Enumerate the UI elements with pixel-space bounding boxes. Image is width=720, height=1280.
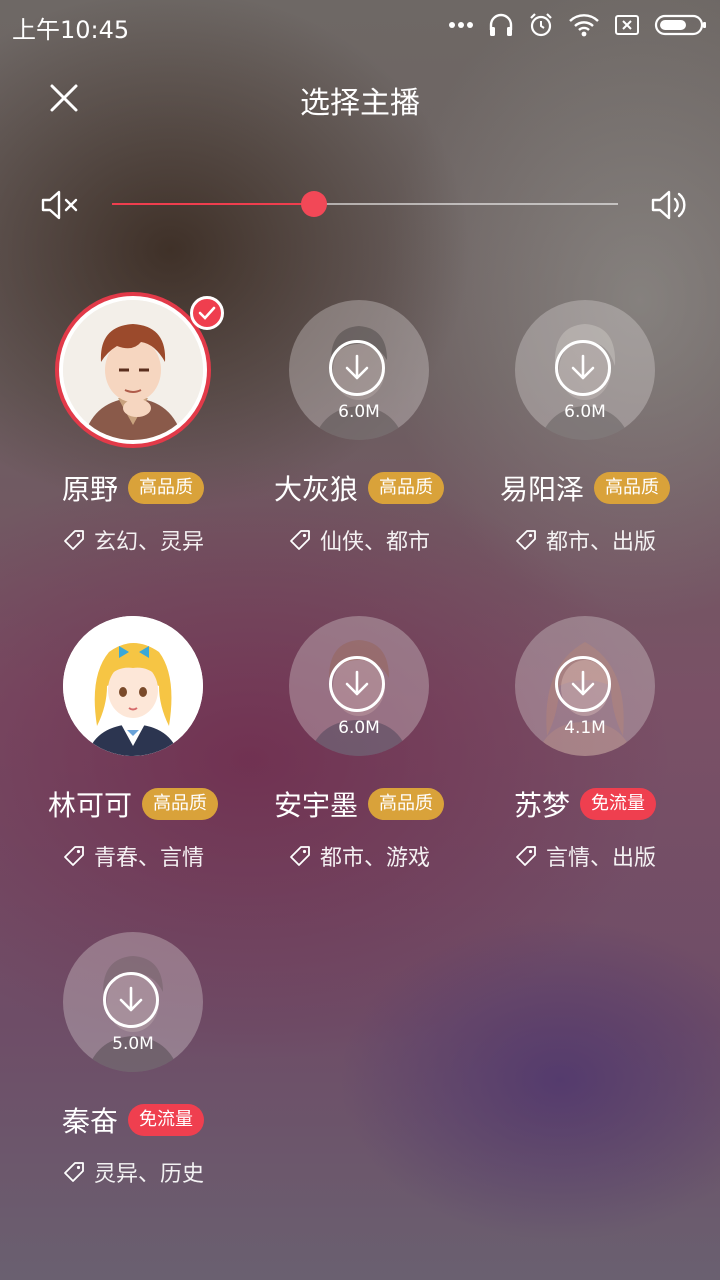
anchor-card-yuanye[interactable]: 原野 高品质 玄幻、灵异 bbox=[20, 290, 246, 570]
anchor-tags-row: 仙侠、都市 bbox=[246, 524, 472, 556]
anchor-name-row: 秦奋 免流量 bbox=[20, 1100, 246, 1140]
download-arrow-icon bbox=[119, 986, 143, 1012]
anchor-tags: 灵异、历史 bbox=[93, 1162, 204, 1187]
anchor-name: 林可可 bbox=[47, 789, 132, 822]
download-arrow-icon bbox=[571, 354, 595, 380]
download-size: 6.0M bbox=[338, 718, 380, 738]
free-data-badge: 免流量 bbox=[128, 1104, 204, 1136]
quality-badge: 高品质 bbox=[128, 472, 204, 504]
download-button[interactable] bbox=[555, 340, 611, 396]
anchor-card-qinfen[interactable]: 5.0M 秦奋 免流量 灵异、历史 bbox=[20, 922, 246, 1202]
anchor-tags-row: 都市、出版 bbox=[472, 524, 698, 556]
download-arrow-icon bbox=[345, 670, 369, 696]
anchor-tags-row: 都市、游戏 bbox=[246, 840, 472, 872]
anchor-tags-row: 言情、出版 bbox=[472, 840, 698, 872]
tag-icon bbox=[290, 846, 310, 866]
anchor-grid: 原野 高品质 玄幻、灵异 6.0M 大灰狼 高品质 仙侠、都市 6.0M 易阳泽… bbox=[0, 0, 720, 1280]
anchor-tags: 仙侠、都市 bbox=[319, 530, 430, 555]
anchor-name-row: 大灰狼 高品质 bbox=[246, 468, 472, 508]
anchor-card-linkeke[interactable]: 林可可 高品质 青春、言情 bbox=[20, 606, 246, 886]
download-button[interactable] bbox=[329, 656, 385, 712]
free-data-badge: 免流量 bbox=[580, 788, 656, 820]
anchor-card-dahuilang[interactable]: 6.0M 大灰狼 高品质 仙侠、都市 bbox=[246, 290, 472, 570]
avatar[interactable]: 6.0M bbox=[515, 300, 655, 440]
anchor-tags-row: 青春、言情 bbox=[20, 840, 246, 872]
anchor-name: 安宇墨 bbox=[273, 789, 358, 822]
anchor-name: 易阳泽 bbox=[499, 473, 584, 506]
anchor-tags-row: 玄幻、灵异 bbox=[20, 524, 246, 556]
tag-icon bbox=[64, 530, 84, 550]
anchor-card-sumeng[interactable]: 4.1M 苏梦 免流量 言情、出版 bbox=[472, 606, 698, 886]
avatar[interactable] bbox=[63, 300, 203, 440]
check-icon bbox=[198, 306, 216, 320]
avatar[interactable]: 4.1M bbox=[515, 616, 655, 756]
quality-badge: 高品质 bbox=[142, 788, 218, 820]
download-size: 6.0M bbox=[338, 402, 380, 422]
anchor-name: 大灰狼 bbox=[273, 473, 358, 506]
download-button[interactable] bbox=[555, 656, 611, 712]
avatar[interactable]: 6.0M bbox=[289, 300, 429, 440]
anchor-name-row: 易阳泽 高品质 bbox=[472, 468, 698, 508]
tag-icon bbox=[290, 530, 310, 550]
quality-badge: 高品质 bbox=[594, 472, 670, 504]
download-size: 4.1M bbox=[564, 718, 606, 738]
tag-icon bbox=[64, 1162, 84, 1182]
avatar-illustration bbox=[63, 616, 203, 756]
tag-icon bbox=[64, 846, 84, 866]
anchor-name-row: 林可可 高品质 bbox=[20, 784, 246, 824]
download-button[interactable] bbox=[103, 972, 159, 1028]
anchor-tags: 言情、出版 bbox=[545, 846, 656, 871]
tag-icon bbox=[516, 846, 536, 866]
anchor-name-row: 苏梦 免流量 bbox=[472, 784, 698, 824]
download-button[interactable] bbox=[329, 340, 385, 396]
anchor-tags: 都市、出版 bbox=[545, 530, 656, 555]
avatar[interactable]: 6.0M bbox=[289, 616, 429, 756]
download-arrow-icon bbox=[345, 354, 369, 380]
download-size: 5.0M bbox=[112, 1034, 154, 1054]
avatar[interactable] bbox=[63, 616, 203, 756]
avatar[interactable]: 5.0M bbox=[63, 932, 203, 1072]
anchor-card-yiyangze[interactable]: 6.0M 易阳泽 高品质 都市、出版 bbox=[472, 290, 698, 570]
anchor-tags-row: 灵异、历史 bbox=[20, 1156, 246, 1188]
quality-badge: 高品质 bbox=[368, 788, 444, 820]
tag-icon bbox=[516, 530, 536, 550]
anchor-name: 秦奋 bbox=[61, 1105, 118, 1138]
anchor-name-row: 原野 高品质 bbox=[20, 468, 246, 508]
selected-check-badge bbox=[190, 296, 224, 330]
quality-badge: 高品质 bbox=[368, 472, 444, 504]
anchor-name: 原野 bbox=[61, 473, 118, 506]
anchor-tags: 玄幻、灵异 bbox=[93, 530, 204, 555]
download-arrow-icon bbox=[571, 670, 595, 696]
anchor-tags: 青春、言情 bbox=[93, 846, 204, 871]
avatar-illustration bbox=[63, 300, 203, 440]
anchor-name-row: 安宇墨 高品质 bbox=[246, 784, 472, 824]
anchor-tags: 都市、游戏 bbox=[319, 846, 430, 871]
anchor-name: 苏梦 bbox=[513, 789, 570, 822]
download-size: 6.0M bbox=[564, 402, 606, 422]
anchor-card-anyumo[interactable]: 6.0M 安宇墨 高品质 都市、游戏 bbox=[246, 606, 472, 886]
